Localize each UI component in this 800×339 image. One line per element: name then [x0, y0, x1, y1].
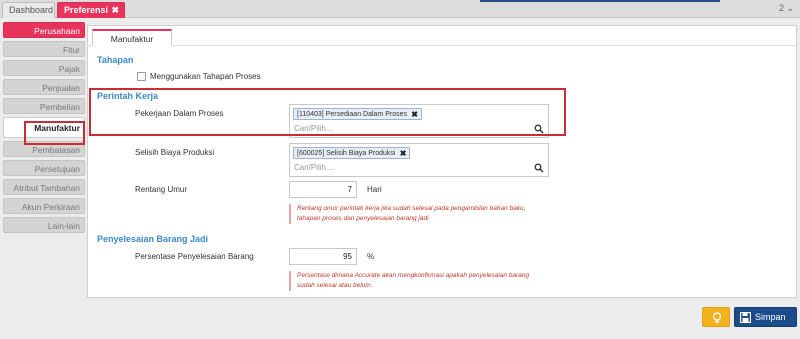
sidebar-item-lain-lain[interactable]: Lain-lain: [3, 217, 85, 233]
sidebar-item-perusahaan[interactable]: Perusahaan: [3, 22, 85, 38]
persentase-penyelesaian-input[interactable]: 95: [289, 248, 357, 265]
sidebar-item-fitur[interactable]: Fitur: [3, 41, 85, 57]
search-icon[interactable]: [534, 163, 544, 173]
close-icon[interactable]: ✖: [111, 3, 119, 18]
persentase-unit: %: [367, 252, 375, 261]
tab-dashboard[interactable]: Dashboard: [2, 2, 55, 18]
rentang-umur-unit: Hari: [367, 185, 382, 194]
remove-chip-icon[interactable]: ✖: [400, 148, 407, 159]
top-accent-line: [480, 0, 720, 2]
tips-button[interactable]: [702, 307, 730, 327]
tahapan-proses-label: Menggunakan Tahapan Proses: [150, 72, 261, 81]
tahapan-proses-checkbox[interactable]: [137, 72, 146, 81]
perintah-kerja-highlight-box: [89, 88, 566, 136]
tab-manufaktur[interactable]: Manufaktur: [92, 29, 172, 46]
sidebar-item-akun-perkiraan[interactable]: Akun Perkiraan: [3, 198, 85, 214]
sidebar-item-penjualan[interactable]: Penjualan: [3, 79, 85, 95]
note-line: Persentase dimana Accurate akan mengkonf…: [297, 272, 530, 279]
floppy-disk-icon: [740, 312, 751, 323]
sidebar-item-persetujuan[interactable]: Persetujuan: [3, 160, 85, 176]
subtab-divider: [88, 45, 796, 46]
sidebar-highlight-box: [24, 121, 85, 145]
note-line: Rentang umur perintah kerja jika sudah s…: [297, 205, 526, 212]
section-penyelesaian-title: Penyelesaian Barang Jadi: [97, 234, 209, 244]
selisih-biaya-produksi-select[interactable]: [600025] Selisih Biaya Produksi ✖ Cari/P…: [289, 143, 549, 177]
note-line: tahapan proses dan penyelesaian barang j…: [297, 215, 429, 222]
rentang-umur-help-note: Rentang umur perintah kerja jika sudah s…: [289, 204, 525, 224]
chip-label: [600025] Selisih Biaya Produksi: [297, 150, 396, 157]
tab-preferensi-label: Preferensi: [64, 5, 109, 15]
rentang-umur-input[interactable]: 7: [289, 181, 357, 198]
save-button-label: Simpan: [755, 312, 786, 322]
search-placeholder[interactable]: Cari/Pilih...: [294, 163, 333, 172]
sidebar-item-pajak[interactable]: Pajak: [3, 60, 85, 76]
manufaktur-settings-panel: Manufaktur Tahapan Menggunakan Tahapan P…: [87, 25, 797, 298]
window-number-dropdown[interactable]: 2 ⌄: [779, 3, 794, 14]
tab-preferensi[interactable]: Preferensi ✖: [57, 2, 125, 18]
persentase-help-note: Persentase dimana Accurate akan mengkonf…: [289, 271, 529, 291]
save-button[interactable]: Simpan: [734, 307, 797, 327]
selected-account-chip: [600025] Selisih Biaya Produksi ✖: [293, 147, 411, 159]
top-tab-bar: Dashboard Preferensi ✖ 2 ⌄: [0, 0, 800, 18]
lightbulb-icon: [712, 312, 722, 323]
persentase-penyelesaian-label: Persentase Penyelesaian Barang: [135, 252, 254, 261]
note-line: sudah selesai atau belum.: [297, 282, 373, 289]
section-tahapan-title: Tahapan: [97, 55, 134, 65]
selisih-biaya-produksi-label: Selisih Biaya Produksi: [135, 148, 215, 157]
sidebar-item-atribut-tambahan[interactable]: Atribut Tambahan: [3, 179, 85, 195]
rentang-umur-label: Rentang Umur: [135, 185, 188, 194]
sidebar-item-pembelian[interactable]: Pembelian: [3, 98, 85, 114]
